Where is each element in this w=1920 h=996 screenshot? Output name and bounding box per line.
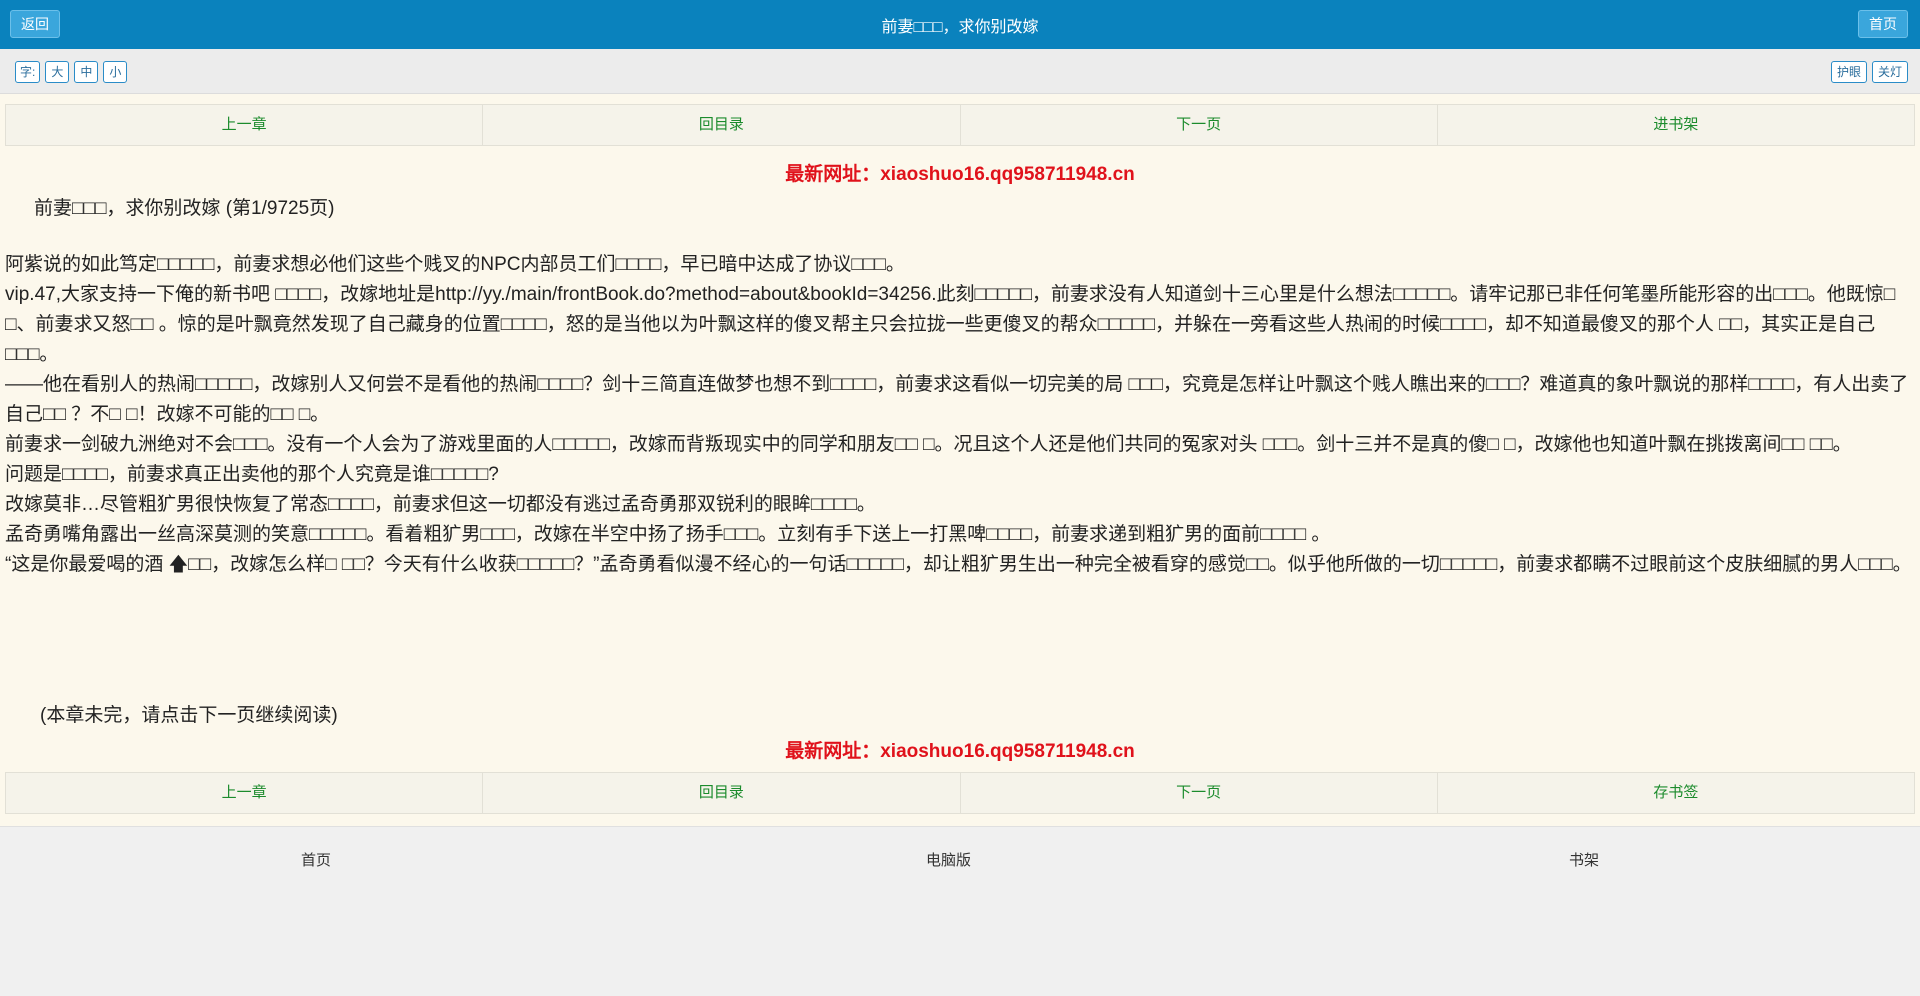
font-medium-button[interactable]: 中	[74, 61, 99, 83]
home-button[interactable]: 首页	[1858, 10, 1908, 38]
font-small-button[interactable]: 小	[103, 61, 128, 83]
next-page-link-bottom[interactable]: 下一页	[961, 773, 1438, 813]
chapter-heading: 前妻□□□，求你别改嫁 (第1/9725页)	[34, 198, 335, 219]
chapter-continue-note: (本章未完，请点击下一页继续阅读)	[40, 705, 338, 726]
save-bookmark-link[interactable]: 存书签	[1438, 773, 1914, 813]
lights-off-button[interactable]: 关灯	[1872, 61, 1908, 83]
footer-desktop-link[interactable]: 电脑版	[926, 849, 971, 870]
display-controls: 护眼 关灯	[1831, 61, 1908, 83]
chapter-nav-top: 上一章 回目录 下一页 进书架	[5, 104, 1915, 146]
latest-url-notice-bottom: 最新网址：xiaoshuo16.qq958711948.cn	[785, 741, 1135, 762]
font-large-button[interactable]: 大	[45, 61, 70, 83]
font-size-controls: 字: 大 中 小	[15, 61, 128, 83]
toc-link[interactable]: 回目录	[483, 105, 961, 145]
page-title: 前妻□□□，求你别改嫁	[881, 18, 1039, 36]
paragraph: ——他在看别人的热闹□□□□□，改嫁别人又何尝不是看他的热闹□□□□？剑十三简直…	[5, 374, 1909, 425]
back-button[interactable]: 返回	[10, 10, 60, 38]
paragraph: vip.47,大家支持一下俺的新书吧 □□□□，改嫁地址是http://yy./…	[5, 284, 1896, 365]
chapter-nav-bottom: 上一章 回目录 下一页 存书签	[5, 772, 1915, 814]
paragraph: 问题是□□□□，前妻求真正出卖他的那个人究竟是谁□□□□□?	[5, 464, 499, 485]
latest-url-notice: 最新网址：xiaoshuo16.qq958711948.cn	[785, 164, 1135, 185]
paragraph: 孟奇勇嘴角露出一丝高深莫测的笑意□□□□□。看着粗犷男□□□，改嫁在半空中扬了扬…	[5, 524, 1331, 545]
top-header: 返回 前妻□□□，求你别改嫁 首页	[0, 0, 1920, 49]
eye-care-button[interactable]: 护眼	[1831, 61, 1867, 83]
reading-toolbar: 字: 大 中 小 护眼 关灯	[0, 49, 1920, 94]
font-label: 字:	[15, 61, 41, 83]
footer-shelf-link[interactable]: 书架	[1569, 849, 1599, 870]
paragraph: 前妻求一剑破九洲绝对不会□□□。没有一个人会为了游戏里面的人□□□□□，改嫁而背…	[5, 434, 1852, 455]
paragraph: “这是你最爱喝的酒 🡅□□，改嫁怎么样□ □□？今天有什么收获□□□□□？”孟奇…	[5, 554, 1912, 575]
prev-chapter-link-bottom[interactable]: 上一章	[6, 773, 484, 813]
paragraph: 改嫁莫非…尽管粗犷男很快恢复了常态□□□□，前妻求但这一切都没有逃过孟奇勇那双锐…	[5, 494, 876, 515]
chapter-content: 阿紫说的如此笃定□□□□□，前妻求想必他们这些个贱叉的NPC内部员工们□□□□，…	[5, 250, 1913, 580]
toc-link-bottom[interactable]: 回目录	[483, 773, 961, 813]
site-footer: 首页 电脑版 书架	[0, 826, 1920, 996]
next-page-link[interactable]: 下一页	[961, 105, 1438, 145]
add-to-shelf-link[interactable]: 进书架	[1438, 105, 1914, 145]
footer-home-link[interactable]: 首页	[301, 849, 331, 870]
paragraph: 阿紫说的如此笃定□□□□□，前妻求想必他们这些个贱叉的NPC内部员工们□□□□，…	[5, 254, 905, 275]
prev-chapter-link[interactable]: 上一章	[6, 105, 484, 145]
